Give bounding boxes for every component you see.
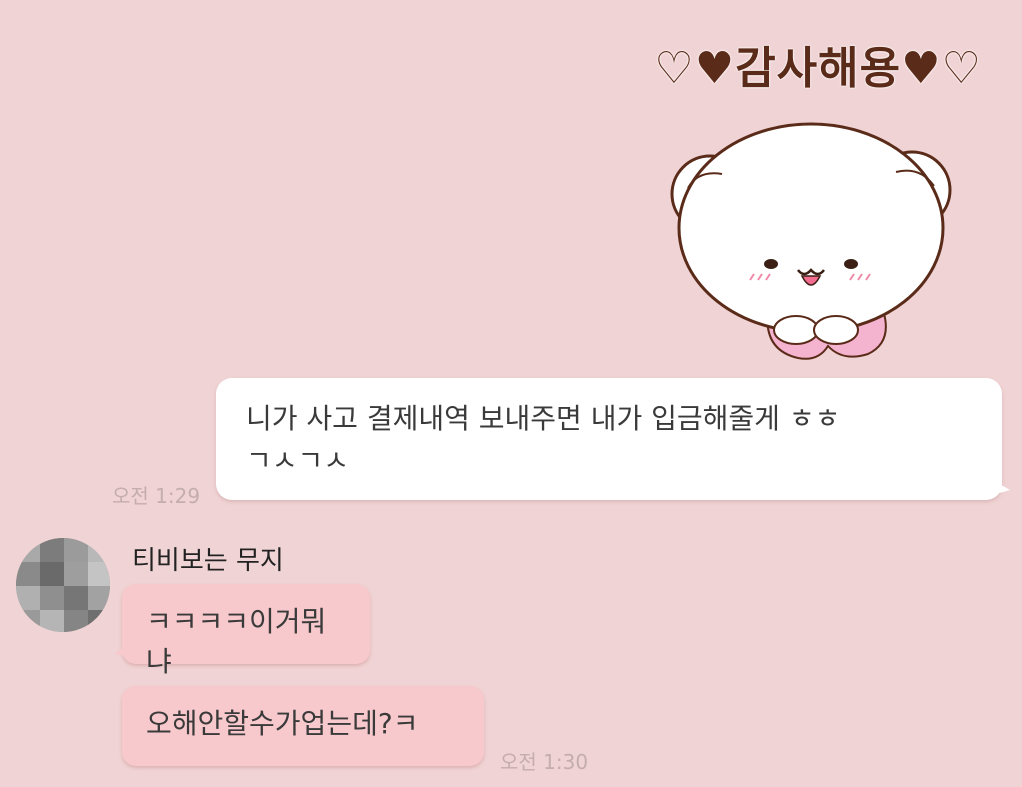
other-message-text-2: 오해안할수가업는데?ㅋ [146, 707, 419, 740]
avatar-pixel [64, 610, 88, 632]
avatar-pixel [16, 586, 40, 610]
avatar-pixel [88, 562, 110, 586]
avatar-pixel [40, 610, 64, 632]
bubble-tail [996, 482, 1010, 494]
other-message-timestamp: 오전 1:30 [500, 750, 589, 774]
other-message-bubble-1[interactable]: ㅋㅋㅋㅋ이거뭐냐 [114, 584, 370, 678]
chat-view: ♡♥감사해용♥♡ 니가 사고 결제내역 보내주면 내가 입금해줄게 ㅎㅎ ㄱㅅㄱ… [0, 0, 1022, 787]
avatar-pixel [88, 610, 110, 632]
avatar-pixel [40, 538, 64, 562]
avatar[interactable] [16, 538, 110, 632]
avatar-pixel [64, 586, 88, 610]
avatar-pixel [16, 610, 40, 632]
other-message-text-1: ㅋㅋㅋㅋ이거뭐냐 [146, 605, 327, 678]
other-message-bubble-2[interactable]: 오해안할수가업는데?ㅋ [122, 686, 484, 766]
my-message-line-2: ㄱㅅㄱㅅ [246, 444, 350, 477]
avatar-pixel [64, 562, 88, 586]
my-message-line-1: 니가 사고 결제내역 보내주면 내가 입금해줄게 ㅎㅎ [246, 402, 841, 435]
my-message-timestamp: 오전 1:29 [112, 484, 201, 508]
avatar-pixel [40, 562, 64, 586]
my-message-bubble[interactable]: 니가 사고 결제내역 보내주면 내가 입금해줄게 ㅎㅎ ㄱㅅㄱㅅ [216, 378, 1010, 500]
avatar-pixel [88, 586, 110, 610]
bear-sticker-icon [670, 122, 952, 360]
sticker-message[interactable]: ♡♥감사해용♥♡ [628, 14, 1008, 370]
avatar-pixel [16, 562, 40, 586]
avatar-pixel [40, 586, 64, 610]
bubble-tail [114, 646, 126, 656]
sender-name: 티비보는 무지 [132, 546, 284, 576]
avatar-pixel [88, 538, 110, 562]
sticker-caption: ♡♥감사해용♥♡ [654, 43, 982, 94]
avatar-pixel [64, 538, 88, 562]
avatar-pixel [16, 538, 40, 562]
